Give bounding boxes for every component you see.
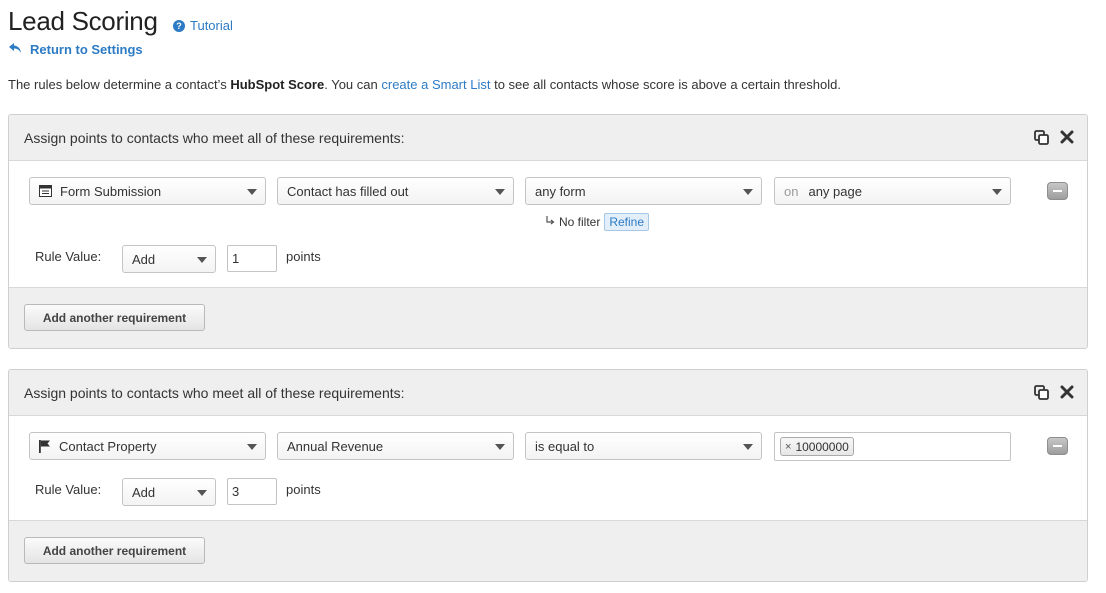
page-select[interactable]: on any page <box>774 177 1011 205</box>
value-tag: × 10000000 <box>780 437 854 456</box>
help-icon: ? <box>173 19 185 32</box>
filter-text: No filter <box>559 215 601 229</box>
page-value: any page <box>808 183 862 199</box>
rule-value-label: Rule Value: <box>35 249 102 264</box>
operator-select[interactable]: is equal to <box>525 432 762 460</box>
intro-part-1: The rules below determine a contact’s <box>8 77 231 92</box>
form-icon <box>39 185 52 197</box>
rule-operation-value: Add <box>132 484 156 500</box>
operator-value: is equal to <box>535 438 595 454</box>
property-value: Annual Revenue <box>287 438 384 454</box>
rule-panel-footer: Add another requirement <box>9 520 1087 581</box>
form-select[interactable]: any form <box>525 177 762 205</box>
chevron-down-icon <box>743 189 753 195</box>
points-input[interactable] <box>227 245 277 272</box>
rule-panel-1: Assign points to contacts who meet all o… <box>8 114 1088 349</box>
clone-icon[interactable] <box>1033 384 1049 400</box>
chevron-down-icon <box>247 189 257 195</box>
return-to-settings-link[interactable]: Return to Settings <box>9 42 143 57</box>
filter-type-value: Contact Property <box>59 438 157 454</box>
page-title: Lead Scoring <box>8 6 158 36</box>
points-label: points <box>286 249 321 264</box>
remove-requirement-button[interactable] <box>1047 437 1068 455</box>
tutorial-link[interactable]: ? Tutorial <box>173 18 233 33</box>
create-smart-list-link[interactable]: create a Smart List <box>381 77 490 92</box>
clone-icon[interactable] <box>1033 129 1049 145</box>
rule-operation-select[interactable]: Add <box>122 478 216 506</box>
close-icon[interactable] <box>1059 384 1075 400</box>
chevron-down-icon <box>495 444 505 450</box>
tag-remove-icon[interactable]: × <box>785 441 791 453</box>
rule-operation-select[interactable]: Add <box>122 245 216 273</box>
rule-panel-title: Assign points to contacts who meet all o… <box>24 385 405 401</box>
close-icon[interactable] <box>1059 129 1075 145</box>
filter-type-select[interactable]: Form Submission <box>29 177 266 205</box>
rule-panel-body: Form Submission Contact has filled out a… <box>9 161 1087 287</box>
chevron-down-icon <box>992 189 1002 195</box>
chevron-down-icon <box>197 257 207 263</box>
tag-value: 10000000 <box>795 439 849 454</box>
points-label: points <box>286 482 321 497</box>
rule-value-label: Rule Value: <box>35 482 102 497</box>
add-requirement-button[interactable]: Add another requirement <box>24 537 205 564</box>
rule-panel-body: Contact Property Annual Revenue is equal… <box>9 416 1087 520</box>
flag-icon <box>39 439 51 453</box>
return-to-settings-label: Return to Settings <box>30 42 143 57</box>
rule-panel-header: Assign points to contacts who meet all o… <box>9 370 1087 416</box>
rule-panel-title: Assign points to contacts who meet all o… <box>24 130 405 146</box>
value-tag-input[interactable]: × 10000000 <box>774 432 1011 461</box>
back-arrow-icon <box>9 42 22 57</box>
chevron-down-icon <box>247 444 257 450</box>
tutorial-label: Tutorial <box>190 18 233 33</box>
add-requirement-button[interactable]: Add another requirement <box>24 304 205 331</box>
rule-operation-value: Add <box>132 251 156 267</box>
intro-part-2: . You can <box>324 77 382 92</box>
rule-panel-header: Assign points to contacts who meet all o… <box>9 115 1087 161</box>
filter-row: No filter Refine <box>545 213 650 231</box>
form-value: any form <box>535 183 586 199</box>
filter-arrow-icon <box>545 215 555 229</box>
condition-select[interactable]: Contact has filled out <box>277 177 514 205</box>
page-select-prefix: on <box>784 183 799 199</box>
rule-panel-footer: Add another requirement <box>9 287 1087 348</box>
chevron-down-icon <box>197 490 207 496</box>
property-select[interactable]: Annual Revenue <box>277 432 514 460</box>
intro-text: The rules below determine a contact’s Hu… <box>8 77 841 92</box>
intro-part-3: to see all contacts whose score is above… <box>490 77 841 92</box>
refine-button[interactable]: Refine <box>604 213 650 231</box>
intro-bold: HubSpot Score <box>230 77 325 92</box>
remove-requirement-button[interactable] <box>1047 182 1068 200</box>
filter-type-select[interactable]: Contact Property <box>29 432 266 460</box>
chevron-down-icon <box>743 444 753 450</box>
chevron-down-icon <box>495 189 505 195</box>
condition-value: Contact has filled out <box>287 183 409 199</box>
rule-panel-2: Assign points to contacts who meet all o… <box>8 369 1088 582</box>
points-input[interactable] <box>227 478 277 505</box>
filter-type-value: Form Submission <box>60 183 162 199</box>
